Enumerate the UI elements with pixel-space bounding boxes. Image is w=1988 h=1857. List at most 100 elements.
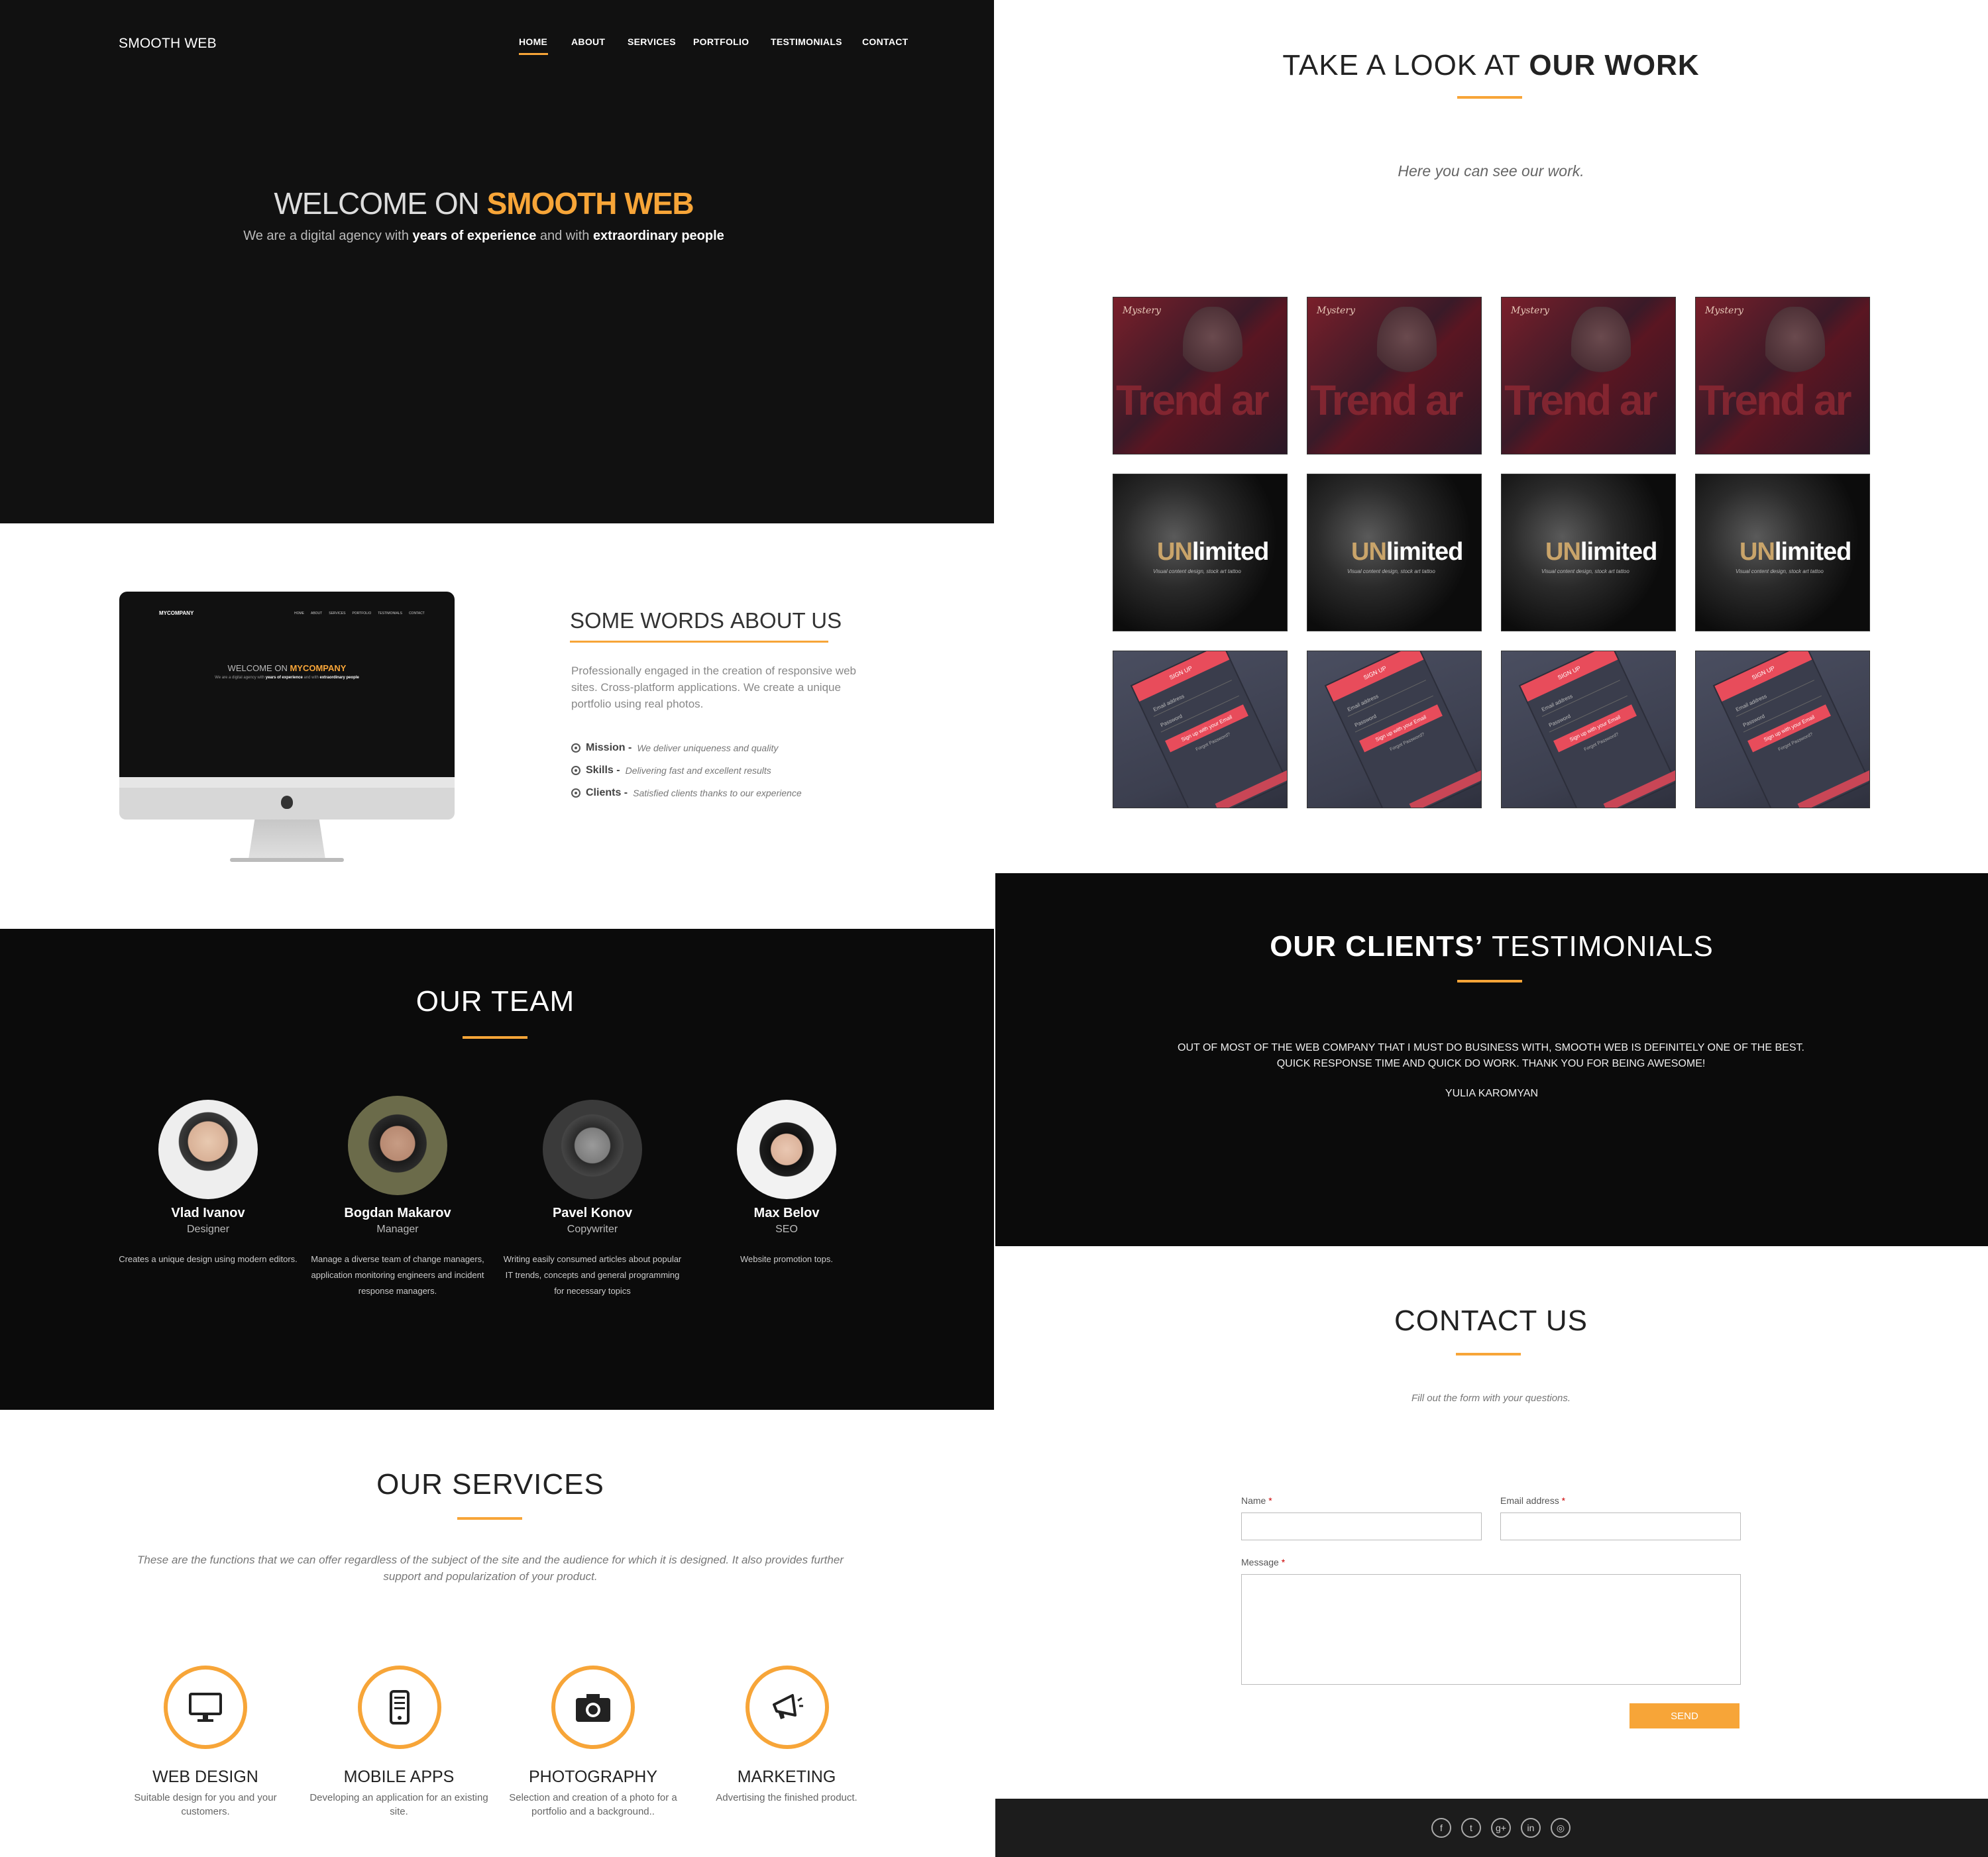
dribbble-icon[interactable]: ◎ bbox=[1551, 1818, 1571, 1838]
portfolio-thumbnail[interactable]: SIGN UP Email address Password Sign up with… bbox=[1501, 651, 1676, 808]
testimonials-title-underline bbox=[1457, 980, 1522, 982]
contact-subtitle: Fill out the form with your questions. bbox=[1411, 1393, 1571, 1404]
service-title: WEB DESIGN bbox=[152, 1768, 258, 1786]
thumbnail-word: UNlimited bbox=[1545, 538, 1657, 566]
thumbnail-word: UNlimited bbox=[1740, 538, 1851, 566]
member-name: Pavel Konov bbox=[552, 1206, 633, 1220]
target-icon bbox=[571, 788, 580, 798]
nav-services[interactable]: SERVICES bbox=[628, 36, 676, 47]
member-desc: Manage a diverse team of change managers… bbox=[311, 1254, 484, 1296]
services-intro: These are the functions that we can offe… bbox=[137, 1554, 844, 1583]
service-icon-ring bbox=[551, 1666, 635, 1749]
nav-contact[interactable]: CONTACT bbox=[862, 36, 909, 47]
member-role: SEO bbox=[775, 1224, 798, 1235]
portfolio-thumbnail[interactable]: Mystery Trend ar bbox=[1501, 297, 1676, 454]
message-label: Message * bbox=[1241, 1557, 1286, 1567]
nav-testimonials[interactable]: TESTIMONIALS bbox=[771, 36, 842, 47]
target-icon bbox=[571, 743, 580, 753]
about-list-item: Skills - Delivering fast and excellent re… bbox=[571, 759, 802, 782]
about-title: SOME WORDS ABOUT US bbox=[570, 608, 842, 633]
service-icon-ring bbox=[746, 1666, 829, 1749]
portfolio-thumbnail[interactable]: SIGN UP Email address Password Sign up with… bbox=[1307, 651, 1482, 808]
service-item: MOBILE APPS Developing an application fo… bbox=[309, 1768, 488, 1819]
monitor-icon bbox=[189, 1693, 222, 1722]
thumbnail-tagline: Visual content design, stock art tattoo bbox=[1347, 568, 1435, 574]
about-title-underline bbox=[570, 641, 828, 643]
testimonials-section: OUR CLIENTS’ TESTIMONIALS OUT OF MOST OF… bbox=[995, 873, 1988, 1246]
nav-active-underline bbox=[519, 53, 548, 55]
team-section: OUR TEAM Vlad Ivanov Designer Creates a … bbox=[0, 929, 994, 1410]
hero-section: SMOOTH WEB HOME ABOUT SERVICES PORTFOLIO… bbox=[0, 0, 994, 523]
testimonials-title: OUR CLIENTS’ TESTIMONIALS bbox=[1270, 930, 1714, 963]
team-member: Vlad Ivanov Designer Creates a unique de… bbox=[115, 1206, 301, 1267]
service-item: WEB DESIGN Suitable design for you and y… bbox=[116, 1768, 295, 1819]
avatar bbox=[737, 1100, 836, 1199]
thumbnail-word: Trend ar bbox=[1698, 376, 1852, 424]
member-name: Max Belov bbox=[753, 1206, 820, 1220]
services-section: OUR SERVICES These are the functions tha… bbox=[0, 1410, 994, 1857]
imac-mockup: MYCOMPANY HOME ABOUT SERVICES PORTFOLIO TEST… bbox=[119, 592, 455, 863]
portfolio-section: TAKE A LOOK AT OUR WORK Here you can see… bbox=[994, 0, 1988, 873]
member-role: Manager bbox=[376, 1224, 419, 1235]
member-role: Copywriter bbox=[567, 1224, 618, 1235]
name-field[interactable] bbox=[1241, 1512, 1482, 1540]
nav-portfolio[interactable]: PORTFOLIO bbox=[693, 36, 749, 47]
avatar bbox=[543, 1100, 642, 1199]
service-item: PHOTOGRAPHY Selection and creation of a … bbox=[504, 1768, 683, 1819]
facebook-icon[interactable]: f bbox=[1431, 1818, 1451, 1838]
thumbnail-word: UNlimited bbox=[1157, 538, 1269, 566]
hero-title: WELCOME ON SMOOTH WEB bbox=[274, 186, 694, 221]
email-field[interactable] bbox=[1500, 1512, 1741, 1540]
camera-icon bbox=[576, 1694, 610, 1722]
thumbnail-script: Mystery bbox=[1317, 305, 1355, 316]
thumbnail-script: Mystery bbox=[1511, 305, 1549, 316]
member-role: Designer bbox=[186, 1224, 230, 1235]
imac-stand bbox=[248, 820, 325, 859]
imac-hero-title: WELCOME ON MYCOMPANY bbox=[227, 663, 347, 673]
nav-about[interactable]: ABOUT bbox=[571, 36, 605, 47]
member-name: Bogdan Makarov bbox=[344, 1206, 451, 1220]
portfolio-thumbnail[interactable]: UNlimited Visual content design, stock ar… bbox=[1695, 474, 1870, 631]
service-title: PHOTOGRAPHY bbox=[528, 1768, 658, 1786]
thumbnail-word: Trend ar bbox=[1310, 376, 1464, 424]
linkedin-icon[interactable]: in bbox=[1521, 1818, 1541, 1838]
member-desc: Website promotion tops. bbox=[740, 1254, 833, 1264]
portfolio-title-underline bbox=[1457, 96, 1522, 99]
google-plus-icon[interactable]: g+ bbox=[1491, 1818, 1511, 1838]
megaphone-icon bbox=[773, 1694, 803, 1719]
service-desc: Selection and creation of a photo for a … bbox=[509, 1792, 677, 1817]
portfolio-thumbnail[interactable]: UNlimited Visual content design, stock ar… bbox=[1307, 474, 1482, 631]
portfolio-title: TAKE A LOOK AT OUR WORK bbox=[1282, 49, 1700, 81]
portfolio-thumbnail[interactable]: Mystery Trend ar bbox=[1113, 297, 1288, 454]
message-field[interactable] bbox=[1241, 1574, 1741, 1685]
services-title-underline bbox=[457, 1517, 522, 1520]
portfolio-thumbnail[interactable]: UNlimited Visual content design, stock ar… bbox=[1501, 474, 1676, 631]
thumbnail-tagline: Visual content design, stock art tattoo bbox=[1541, 568, 1629, 574]
team-member: Pavel Konov Copywriter Writing easily co… bbox=[500, 1206, 685, 1299]
target-icon bbox=[571, 766, 580, 775]
service-icon-ring bbox=[164, 1666, 247, 1749]
thumbnail-word: Trend ar bbox=[1116, 376, 1270, 424]
imac-chin bbox=[119, 777, 455, 788]
avatar bbox=[158, 1100, 258, 1199]
portfolio-thumbnail[interactable]: SIGN UP Email address Password Sign up with… bbox=[1113, 651, 1288, 808]
nav-home[interactable]: HOME bbox=[519, 36, 547, 47]
portfolio-thumbnail[interactable]: Mystery Trend ar bbox=[1307, 297, 1482, 454]
about-list-item: Mission - We deliver uniqueness and quali… bbox=[571, 737, 802, 759]
site-logo[interactable]: SMOOTH WEB bbox=[119, 36, 217, 52]
contact-title-underline bbox=[1456, 1353, 1521, 1355]
twitter-icon[interactable]: t bbox=[1461, 1818, 1481, 1838]
team-member: Bogdan Makarov Manager Manage a diverse … bbox=[305, 1206, 490, 1299]
thumbnail-word: UNlimited bbox=[1351, 538, 1463, 566]
service-desc: Suitable design for you and your custome… bbox=[134, 1792, 277, 1817]
avatar bbox=[348, 1096, 447, 1195]
imac-logo: MYCOMPANY bbox=[159, 610, 194, 616]
contact-section: CONTACT US Fill out the form with your q… bbox=[994, 1246, 1988, 1799]
about-text: Professionally engaged in the creation o… bbox=[571, 664, 856, 710]
portfolio-thumbnail[interactable]: UNlimited Visual content design, stock ar… bbox=[1113, 474, 1288, 631]
portfolio-thumbnail[interactable]: Mystery Trend ar bbox=[1695, 297, 1870, 454]
portfolio-thumbnail[interactable]: SIGN UP Email address Password Sign up with… bbox=[1695, 651, 1870, 808]
send-button[interactable]: SEND bbox=[1629, 1703, 1740, 1728]
imac-base bbox=[230, 858, 344, 862]
thumbnail-script: Mystery bbox=[1123, 305, 1161, 316]
